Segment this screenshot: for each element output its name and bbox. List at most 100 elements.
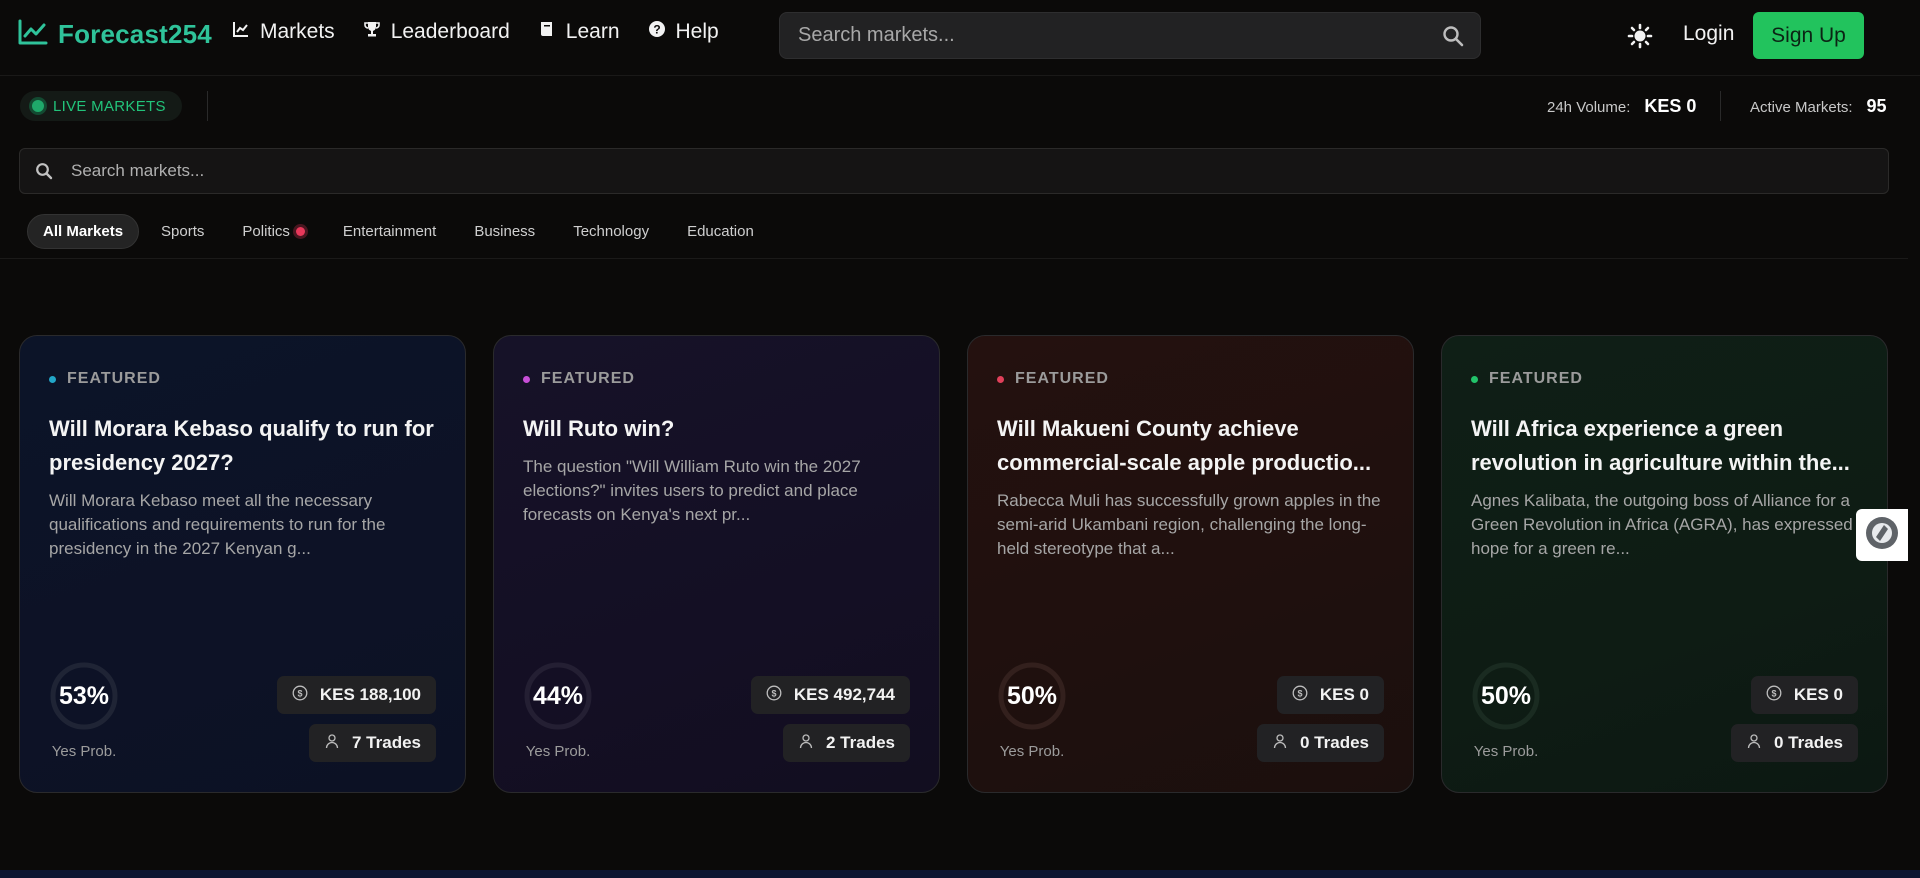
user-icon [1272,733,1288,754]
live-markets-label: LIVE MARKETS [53,97,166,115]
nav-leaderboard-label: Leaderboard [390,20,510,43]
featured-tag: FEATURED [49,370,161,388]
header-search-input[interactable] [780,23,1442,48]
active-markets-label: Active Markets: [1750,99,1853,116]
market-card[interactable]: FEATURED Will Ruto win? The question "Wi… [493,335,940,793]
search-icon[interactable] [1442,25,1464,47]
active-markets-stat: Active Markets: 95 [1750,96,1887,117]
featured-tag: FEATURED [523,370,635,388]
tab-label: Technology [573,223,650,240]
volume-value: KES 0 [1644,96,1697,116]
market-card[interactable]: FEATURED Will Makueni County achieve com… [967,335,1414,793]
volume-chip: $ KES 188,100 [276,676,436,714]
logo[interactable]: Forecast254 [18,19,212,50]
svg-text:$: $ [1297,688,1302,698]
floating-assistant-widget[interactable] [1856,509,1908,561]
bottom-strip [0,870,1920,878]
probability-value: 50% [1006,682,1058,710]
trades-value: 7 Trades [352,733,421,752]
tab-label: Business [474,223,536,240]
card-description: Will Morara Kebaso meet all the necessar… [49,491,386,558]
svg-text:$: $ [1771,688,1776,698]
question-icon: ? [648,20,666,44]
trades-value: 2 Trades [826,733,895,752]
nav-help[interactable]: ? Help [648,20,719,44]
user-icon [798,733,814,754]
live-markets-bar: LIVE MARKETS 24h Volume: KES 0 Active Ma… [0,76,1920,141]
trades-chip: 7 Trades [309,724,436,762]
volume-chip: $ KES 492,744 [750,676,910,714]
tab-label: Politics [242,223,290,240]
probability-label: Yes Prob. [525,743,591,760]
tab-business[interactable]: Business [458,214,551,249]
volume-chip: $ KES 0 [1276,676,1384,714]
featured-label: FEATURED [1489,370,1583,387]
live-dot-icon [32,100,44,112]
assistant-icon [1864,515,1900,556]
dollar-circle-icon: $ [1766,685,1782,706]
volume-value: KES 492,744 [793,685,895,704]
market-card[interactable]: FEATURED Will Africa experience a green … [1441,335,1888,793]
user-icon [1746,733,1762,754]
tab-politics[interactable]: Politics [226,214,321,249]
probability-label: Yes Prob. [51,743,117,760]
probability-value: 50% [1480,682,1532,710]
theme-toggle-sun-icon[interactable] [1627,23,1653,49]
nav-learn[interactable]: Learn [538,20,620,44]
dollar-circle-icon: $ [766,685,782,706]
section-divider [0,258,1908,259]
volume-value: KES 0 [1319,685,1369,704]
top-navbar: Forecast254 Markets Leaderboard Learn ? … [0,0,1920,76]
category-tabs: All Markets Sports Politics Entertainmen… [27,214,776,249]
nav-learn-label: Learn [565,20,620,43]
market-card[interactable]: FEATURED Will Morara Kebaso qualify to r… [19,335,466,793]
nav-help-label: Help [675,20,719,43]
divider [207,91,208,121]
brand-name: Forecast254 [58,19,212,49]
volume-label: 24h Volume: [1547,99,1631,116]
featured-dot-icon [1471,375,1478,383]
live-markets-indicator: LIVE MARKETS [20,91,182,121]
tab-technology[interactable]: Technology [557,214,665,249]
card-title[interactable]: Will Africa experience a green revolutio… [1471,412,1863,480]
tab-all-markets[interactable]: All Markets [27,214,140,249]
tab-entertainment[interactable]: Entertainment [327,214,452,249]
card-description: The question "Will William Ruto win the … [523,457,861,524]
volume-value: KES 0 [1793,685,1843,704]
featured-label: FEATURED [1015,370,1109,387]
card-description: Rabecca Muli has successfully grown appl… [997,491,1381,558]
nav-markets[interactable]: Markets [232,20,335,44]
card-title[interactable]: Will Morara Kebaso qualify to run for pr… [49,412,441,480]
tab-education[interactable]: Education [671,214,770,249]
volume-value: KES 188,100 [319,685,421,704]
tab-sports[interactable]: Sports [145,214,220,249]
featured-tag: FEATURED [997,370,1109,388]
trades-value: 0 Trades [1300,733,1369,752]
svg-text:$: $ [297,688,302,698]
volume-stat: 24h Volume: KES 0 [1547,96,1696,117]
notification-badge [295,227,305,236]
svg-text:$: $ [771,688,776,698]
login-button[interactable]: Login [1683,22,1734,46]
nav-leaderboard[interactable]: Leaderboard [363,20,510,44]
search-icon [35,162,53,180]
tab-label: Entertainment [342,223,437,240]
signup-button[interactable]: Sign Up [1753,12,1864,59]
featured-tag: FEATURED [1471,370,1583,388]
divider [1720,91,1721,121]
trending-chart-icon [18,19,48,50]
card-title[interactable]: Will Ruto win? [523,412,915,446]
tab-label: Education [687,223,754,240]
market-search-input[interactable] [53,160,1888,182]
trophy-icon [363,20,381,44]
featured-dot-icon [49,375,56,383]
card-title[interactable]: Will Makueni County achieve commercial-s… [997,412,1389,480]
featured-dot-icon [997,375,1004,383]
chart-icon [232,20,250,44]
nav-markets-label: Markets [260,20,335,43]
trades-chip: 2 Trades [783,724,910,762]
trades-value: 0 Trades [1774,733,1843,752]
user-icon [324,733,340,754]
volume-chip: $ KES 0 [1750,676,1858,714]
dollar-circle-icon: $ [1292,685,1308,706]
